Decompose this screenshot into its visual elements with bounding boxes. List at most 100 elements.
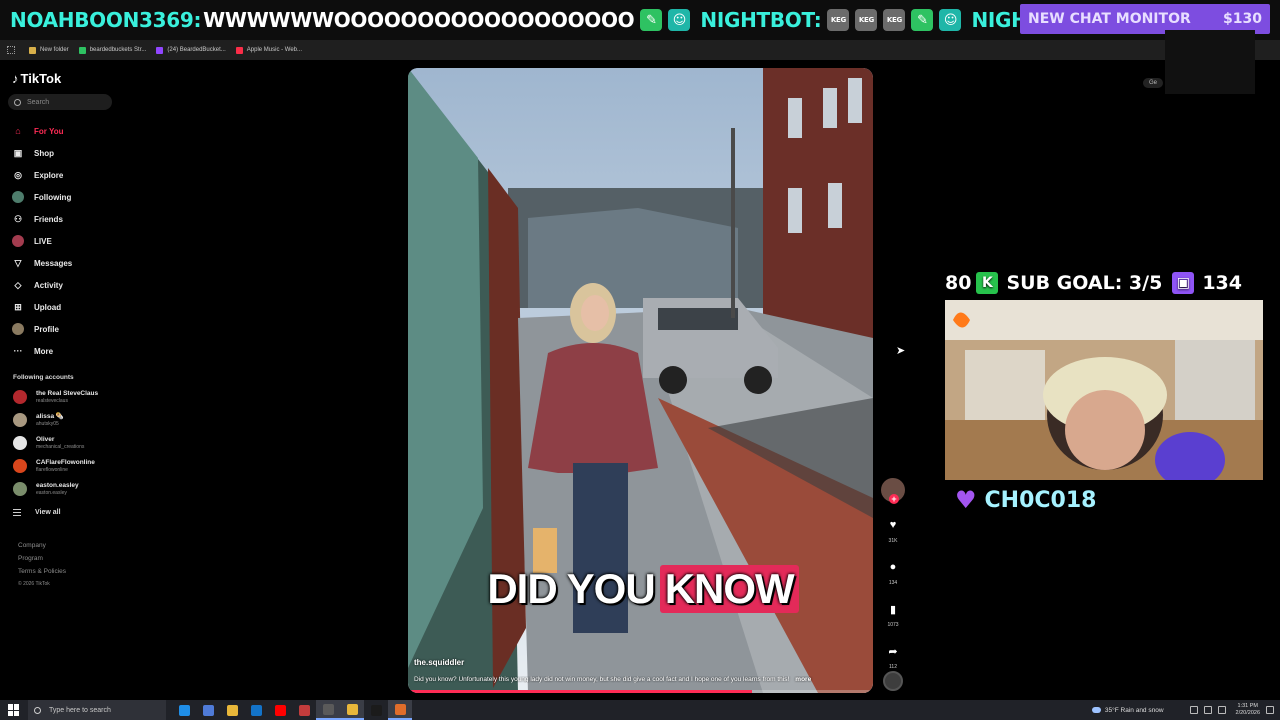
heart-icon: ♥ (889, 519, 897, 531)
youtube-icon (274, 704, 286, 716)
stream-chat-ticker: NOAHBOON3369: WWWWWWOOOOOOOOOOOOOOOOOO ✎… (0, 0, 1280, 40)
sidebar-item-live[interactable]: LIVE (0, 230, 150, 252)
sidebar-item-messages[interactable]: ▽ Messages (0, 252, 150, 274)
taskbar-app[interactable] (196, 700, 220, 720)
taskbar-app[interactable] (268, 700, 292, 720)
taskbar-app[interactable] (292, 700, 316, 720)
upload-icon: ⊞ (14, 301, 22, 312)
cloud-icon (1091, 707, 1101, 713)
search-input[interactable]: Search (8, 94, 112, 110)
battery-icon[interactable] (1217, 706, 1226, 714)
sidebar-item-for-you[interactable]: ⌂ For You (0, 120, 150, 142)
account-name: alissa 🌯 (36, 413, 64, 420)
taskbar-app[interactable] (220, 700, 244, 720)
copilot-icon (202, 704, 214, 716)
weather-widget[interactable]: 35°F Rain and snow (1091, 707, 1164, 714)
caption-word: DID (487, 565, 557, 612)
following-account[interactable]: Oliver mechanical_creations (13, 436, 84, 450)
sidebar-item-label: Shop (34, 148, 54, 158)
footer-link-terms[interactable]: Terms & Policies (18, 568, 66, 581)
following-account[interactable]: easton.easley easton.easley (13, 482, 79, 496)
sidebar-item-label: Messages (34, 258, 73, 268)
goal-label: SUB GOAL: 3/5 (1006, 272, 1163, 294)
apps-grid-icon[interactable] (7, 46, 15, 54)
clock[interactable]: 1:31 PM 2/20/2026 (1236, 703, 1260, 717)
avatar (13, 459, 27, 473)
sidebar-item-shop[interactable]: ▣ Shop (0, 142, 150, 164)
file-explorer-icon (226, 704, 238, 716)
windows-start-icon[interactable] (8, 704, 20, 716)
bookmark-item[interactable]: New folder (29, 46, 69, 54)
account-handle: realsteveclaus (36, 398, 68, 404)
pencil-icon: ✎ (911, 9, 934, 31)
more-icon: ··· (13, 346, 23, 356)
taskbar-app[interactable] (364, 700, 388, 720)
sidebar-item-upload[interactable]: ⊞ Upload (0, 296, 150, 318)
taskbar-app[interactable] (172, 700, 196, 720)
save-button[interactable]: ▮ (881, 598, 905, 620)
obs-icon (322, 703, 334, 715)
bookmark-item[interactable]: (24) BeardedBucket... (156, 46, 226, 54)
sidebar-item-more[interactable]: ··· More (0, 340, 150, 362)
side-pill[interactable]: Ge (1143, 78, 1164, 88)
more-link[interactable]: more (795, 676, 811, 683)
sidebar-item-label: For You (34, 126, 64, 136)
sidebar-item-explore[interactable]: ◎ Explore (0, 164, 150, 186)
following-account[interactable]: CAFlareFlowonline flareflowonline (13, 459, 95, 473)
bookmark-icon: ▮ (889, 603, 897, 616)
bag-icon: ▣ (13, 147, 23, 158)
video-action-rail: + ♥ 31K ● 134 ▮ 1073 ➦ 112 (880, 478, 906, 670)
app-icon (298, 704, 310, 716)
taskbar-app[interactable] (388, 700, 412, 720)
taskbar-search-input[interactable]: Type here to search (28, 700, 166, 720)
volume-icon[interactable] (1203, 706, 1212, 714)
logo-text: TikTok (20, 71, 62, 86)
sidebar-item-activity[interactable]: ◇ Activity (0, 274, 150, 296)
taskbar-app[interactable] (340, 700, 364, 720)
progress-fill (408, 690, 753, 693)
description-text: Did you know? Unfortunately this young l… (414, 676, 790, 683)
view-all-link[interactable]: View all (13, 509, 61, 516)
ticker-message: NOAHBOON3369: WWWWWWOOOOOOOOOOOOOOOOOO ✎… (10, 8, 691, 32)
emote-icon: KEG (883, 9, 906, 31)
tiktok-logo[interactable]: ♪ TikTok (12, 71, 61, 86)
footer-link-company[interactable]: Company (18, 542, 66, 555)
share-button[interactable]: ➦ (881, 640, 905, 662)
robot-icon: ☺ (939, 9, 962, 31)
kick-icon: K (976, 272, 999, 294)
sidebar-item-profile[interactable]: Profile (0, 318, 150, 340)
bookmark-item[interactable]: beardedbuckets Str... (78, 46, 146, 54)
comment-count: 134 (888, 580, 898, 586)
video-progress-bar[interactable] (408, 690, 873, 693)
follow-plus-icon[interactable]: + (889, 494, 899, 504)
taskbar-app[interactable] (316, 700, 340, 720)
footer-link-program[interactable]: Program (18, 555, 66, 568)
list-icon (13, 509, 21, 516)
video-player[interactable]: DID YOU KNOW the.squiddler Did you know?… (408, 68, 873, 693)
sidebar-item-friends[interactable]: ⚇ Friends (0, 208, 150, 230)
following-account[interactable]: alissa 🌯 ahutsky05 (13, 413, 64, 427)
like-count: 31K (888, 538, 898, 544)
creator-avatar[interactable]: + (881, 478, 905, 504)
edge-icon (178, 704, 190, 716)
ticker-text: WWWWWWOOOOOOOOOOOOOOOOOO (203, 8, 635, 32)
bookmark-item[interactable]: Apple Music - Web... (235, 46, 302, 54)
sidebar-item-label: Activity (34, 280, 63, 290)
notifications-icon[interactable] (1266, 706, 1274, 714)
taskbar-app[interactable] (244, 700, 268, 720)
like-button[interactable]: ♥ (881, 514, 905, 536)
search-icon (14, 98, 21, 106)
chat-monitor-amount: $130 (1223, 11, 1262, 27)
avatar-icon (12, 191, 24, 203)
music-disc-icon[interactable] (883, 671, 903, 691)
comment-button[interactable]: ● (881, 556, 905, 578)
sidebar-item-following[interactable]: Following (0, 186, 150, 208)
app2-icon (394, 703, 406, 715)
caption-word: YOU (566, 565, 656, 612)
following-account[interactable]: the Real SteveClaus realsteveclaus (13, 390, 98, 404)
comment-icon: ● (889, 561, 897, 573)
network-icon[interactable] (1189, 706, 1198, 714)
avatar (13, 482, 27, 496)
video-username[interactable]: the.squiddler (414, 658, 464, 667)
ticker-username: NOAHBOON3369: (10, 8, 202, 32)
